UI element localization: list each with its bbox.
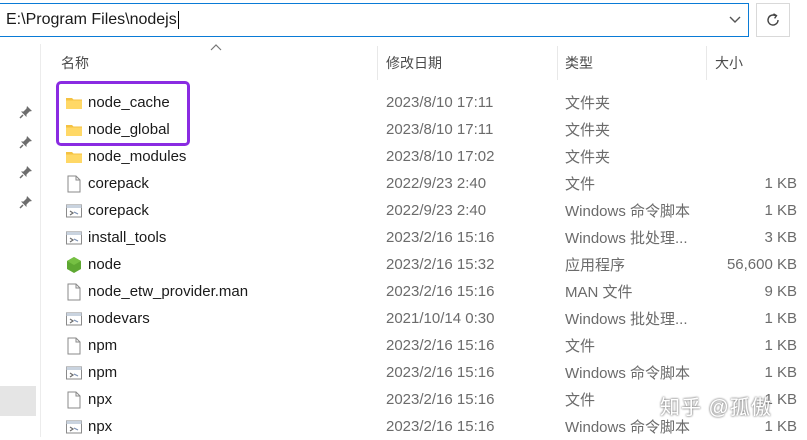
- nodejs-icon: [67, 257, 81, 273]
- file-type: 文件夹: [565, 95, 611, 112]
- chevron-down-icon[interactable]: [722, 4, 748, 36]
- file-type: Windows 批处理...: [565, 230, 688, 247]
- file-name: install_tools: [88, 229, 167, 246]
- file-date: 2023/8/10 17:02: [386, 148, 495, 165]
- file-size: 3 KB: [764, 229, 797, 246]
- file-row[interactable]: install_tools 2023/2/16 15:16 Windows 批处…: [41, 224, 807, 251]
- file-name: node: [88, 256, 122, 273]
- folder-icon: [66, 152, 82, 163]
- file-size: 1 KB: [764, 202, 797, 219]
- file-row[interactable]: nodevars 2021/10/14 0:30 Windows 批处理... …: [41, 305, 807, 332]
- file-name: node_modules: [88, 148, 187, 165]
- file-type: 文件: [565, 176, 596, 193]
- file-date: 2023/2/16 15:16: [386, 418, 495, 435]
- file-row[interactable]: node_etw_provider.man 2023/2/16 15:16 MA…: [41, 278, 807, 305]
- column-separator[interactable]: [377, 46, 378, 80]
- file-name: corepack: [88, 175, 149, 192]
- pin-icon: [19, 136, 32, 149]
- file-date: 2021/10/14 0:30: [386, 310, 495, 327]
- file-icon: [67, 175, 81, 193]
- file-date: 2023/2/16 15:16: [386, 364, 495, 381]
- file-row[interactable]: npm 2023/2/16 15:16 Windows 命令脚本 1 KB: [41, 359, 807, 386]
- file-date: 2023/2/16 15:16: [386, 229, 495, 246]
- column-date[interactable]: 修改日期: [386, 46, 546, 80]
- file-date: 2023/2/16 15:16: [386, 391, 495, 408]
- refresh-button[interactable]: [756, 3, 790, 37]
- column-name[interactable]: 名称: [61, 46, 361, 80]
- address-input[interactable]: E:\Program Files\nodejs: [0, 3, 749, 37]
- file-icon: [67, 391, 81, 409]
- pin-icon: [19, 166, 32, 179]
- file-date: 2023/2/16 15:32: [386, 256, 495, 273]
- column-header: 名称 修改日期 类型 大小: [41, 44, 807, 80]
- file-row[interactable]: npm 2023/2/16 15:16 文件 1 KB: [41, 332, 807, 359]
- file-type: Windows 批处理...: [565, 311, 688, 328]
- file-size: 1 KB: [764, 175, 797, 192]
- file-name: npx: [88, 418, 113, 435]
- file-type: MAN 文件: [565, 284, 633, 301]
- file-name: npm: [88, 364, 118, 381]
- script-icon: [66, 366, 82, 380]
- file-name: corepack: [88, 202, 149, 219]
- file-name: node_etw_provider.man: [88, 283, 249, 300]
- file-date: 2023/8/10 17:11: [386, 121, 494, 138]
- file-size: 1 KB: [764, 337, 797, 354]
- file-row[interactable]: node_modules 2023/8/10 17:02 文件夹: [41, 143, 807, 170]
- pin-icon: [19, 106, 32, 119]
- file-type: Windows 命令脚本: [565, 365, 691, 382]
- script-icon: [66, 420, 82, 434]
- refresh-icon: [767, 13, 779, 26]
- file-row[interactable]: corepack 2022/9/23 2:40 文件 1 KB: [41, 170, 807, 197]
- column-separator[interactable]: [706, 46, 707, 80]
- address-bar-area: E:\Program Files\nodejs: [0, 0, 807, 44]
- file-row[interactable]: node 2023/2/16 15:32 应用程序 56,600 KB: [41, 251, 807, 278]
- file-icon: [67, 337, 81, 355]
- address-path[interactable]: E:\Program Files\nodejs: [0, 10, 179, 29]
- file-type: 文件: [565, 392, 596, 409]
- file-type: 文件夹: [565, 149, 611, 166]
- file-size: 9 KB: [764, 283, 797, 300]
- file-type: Windows 命令脚本: [565, 203, 691, 220]
- file-icon: [67, 283, 81, 301]
- file-size: 56,600 KB: [726, 256, 797, 273]
- pin-icon: [19, 196, 32, 209]
- file-date: 2023/2/16 15:16: [386, 337, 495, 354]
- file-date: 2022/9/23 2:40: [386, 175, 487, 192]
- highlight-box: [56, 81, 190, 146]
- file-type: 应用程序: [565, 257, 626, 274]
- script-icon: [66, 204, 82, 218]
- script-icon: [66, 312, 82, 326]
- file-name: npx: [88, 391, 113, 408]
- file-size: 1 KB: [764, 310, 797, 327]
- file-name: nodevars: [88, 310, 150, 327]
- script-icon: [66, 231, 82, 245]
- file-date: 2023/2/16 15:16: [386, 283, 495, 300]
- column-size[interactable]: 大小: [715, 46, 795, 80]
- file-name: npm: [88, 337, 118, 354]
- file-type: 文件夹: [565, 122, 611, 139]
- file-size: 1 KB: [764, 364, 797, 381]
- file-date: 2022/9/23 2:40: [386, 202, 487, 219]
- column-type[interactable]: 类型: [565, 46, 705, 80]
- file-row[interactable]: corepack 2022/9/23 2:40 Windows 命令脚本 1 K…: [41, 197, 807, 224]
- navigation-pane[interactable]: [0, 44, 40, 437]
- file-type: 文件: [565, 338, 596, 355]
- watermark: 知乎 @孤傲: [660, 397, 772, 419]
- file-date: 2023/8/10 17:11: [386, 94, 494, 111]
- nav-selected-item[interactable]: [0, 386, 36, 416]
- column-separator[interactable]: [557, 46, 558, 80]
